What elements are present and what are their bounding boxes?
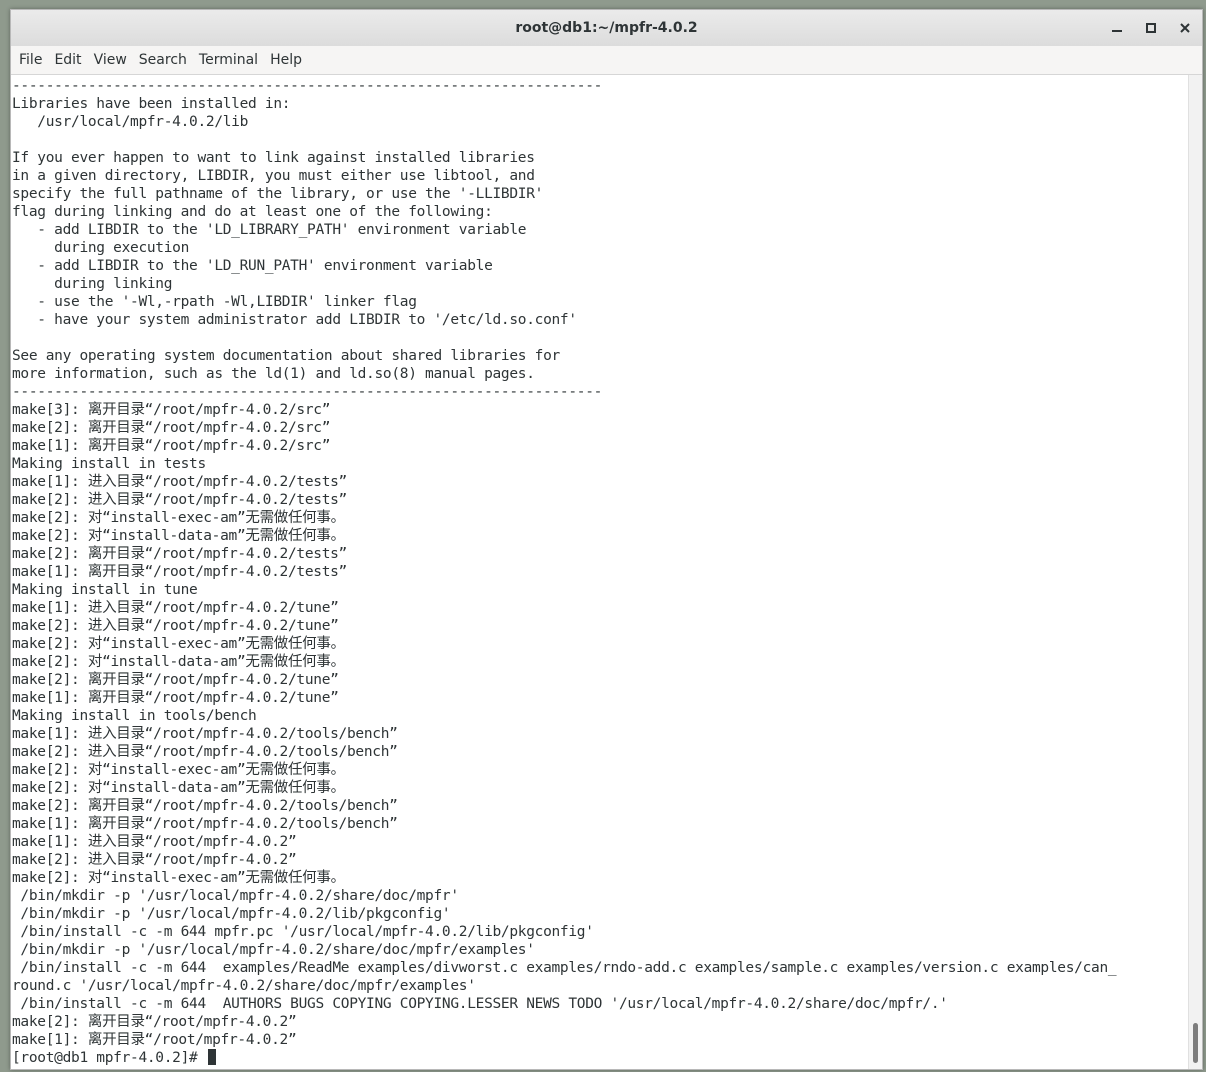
- terminal-line: make[2]: 对“install-exec-am”无需做任何事。: [12, 636, 345, 652]
- maximize-button[interactable]: [1139, 16, 1163, 40]
- terminal-line: make[2]: 对“install-data-am”无需做任何事。: [12, 654, 345, 670]
- menu-terminal[interactable]: Terminal: [193, 46, 264, 74]
- terminal-window: root@db1:~/mpfr-4.0.2 File Edit View Sea…: [10, 9, 1203, 1070]
- terminal-line: make[1]: 离开目录“/root/mpfr-4.0.2/tests”: [12, 564, 347, 580]
- terminal-line: Libraries have been installed in:: [12, 96, 291, 112]
- terminal-line: make[2]: 进入目录“/root/mpfr-4.0.2/tools/ben…: [12, 744, 398, 760]
- terminal-line: round.c '/usr/local/mpfr-4.0.2/share/doc…: [12, 978, 476, 994]
- terminal-line: make[2]: 对“install-exec-am”无需做任何事。: [12, 870, 345, 886]
- terminal-line: /bin/mkdir -p '/usr/local/mpfr-4.0.2/sha…: [12, 888, 459, 904]
- terminal-line: - have your system administrator add LIB…: [12, 312, 577, 328]
- terminal-line: make[1]: 进入目录“/root/mpfr-4.0.2”: [12, 834, 297, 850]
- terminal-line: make[3]: 离开目录“/root/mpfr-4.0.2/src”: [12, 402, 331, 418]
- menu-file[interactable]: File: [13, 46, 48, 74]
- terminal-line: make[2]: 离开目录“/root/mpfr-4.0.2/src”: [12, 420, 331, 436]
- terminal-line: make[1]: 离开目录“/root/mpfr-4.0.2/tune”: [12, 690, 339, 706]
- terminal-line: - add LIBDIR to the 'LD_RUN_PATH' enviro…: [12, 258, 493, 274]
- terminal-line: more information, such as the ld(1) and …: [12, 366, 535, 382]
- maximize-icon: [1146, 23, 1156, 33]
- title-bar[interactable]: root@db1:~/mpfr-4.0.2: [11, 10, 1202, 47]
- terminal-line: See any operating system documentation a…: [12, 348, 560, 364]
- window-title: root@db1:~/mpfr-4.0.2: [515, 20, 698, 36]
- terminal-line: /bin/install -c -m 644 examples/ReadMe e…: [12, 960, 1117, 976]
- terminal-line: /bin/mkdir -p '/usr/local/mpfr-4.0.2/lib…: [12, 906, 451, 922]
- terminal-line: make[2]: 对“install-exec-am”无需做任何事。: [12, 762, 345, 778]
- terminal-line: ----------------------------------------…: [12, 384, 603, 400]
- terminal-line: during linking: [12, 276, 173, 292]
- terminal-line: make[2]: 对“install-data-am”无需做任何事。: [12, 780, 345, 796]
- terminal-line: Making install in tune: [12, 582, 198, 598]
- terminal-line: flag during linking and do at least one …: [12, 204, 493, 220]
- terminal-line: make[2]: 对“install-data-am”无需做任何事。: [12, 528, 345, 544]
- terminal-line: make[2]: 离开目录“/root/mpfr-4.0.2/tools/ben…: [12, 798, 398, 814]
- scrollbar-thumb[interactable]: [1193, 1023, 1198, 1063]
- terminal-line: If you ever happen to want to link again…: [12, 150, 535, 166]
- terminal-line: - use the '-Wl,-rpath -Wl,LIBDIR' linker…: [12, 294, 417, 310]
- terminal-line: make[2]: 进入目录“/root/mpfr-4.0.2/tests”: [12, 492, 347, 508]
- terminal-line: make[1]: 离开目录“/root/mpfr-4.0.2”: [12, 1032, 297, 1048]
- text-cursor: [207, 1049, 216, 1065]
- terminal-line: make[2]: 离开目录“/root/mpfr-4.0.2/tune”: [12, 672, 339, 688]
- terminal-line: specify the full pathname of the library…: [12, 186, 544, 202]
- menu-view[interactable]: View: [88, 46, 133, 74]
- terminal-line: make[1]: 离开目录“/root/mpfr-4.0.2/src”: [12, 438, 331, 454]
- terminal-line: in a given directory, LIBDIR, you must e…: [12, 168, 535, 184]
- terminal-line: make[1]: 进入目录“/root/mpfr-4.0.2/tests”: [12, 474, 347, 490]
- menu-search[interactable]: Search: [133, 46, 193, 74]
- menu-edit[interactable]: Edit: [48, 46, 87, 74]
- terminal-line: Making install in tests: [12, 456, 206, 472]
- minimize-button[interactable]: [1105, 16, 1129, 40]
- menu-help[interactable]: Help: [264, 46, 308, 74]
- terminal-line: make[2]: 进入目录“/root/mpfr-4.0.2”: [12, 852, 297, 868]
- minimize-icon: [1112, 30, 1122, 32]
- terminal-line: /bin/mkdir -p '/usr/local/mpfr-4.0.2/sha…: [12, 942, 535, 958]
- vertical-scrollbar[interactable]: [1188, 75, 1202, 1069]
- terminal-line: make[2]: 对“install-exec-am”无需做任何事。: [12, 510, 345, 526]
- terminal-lines: ----------------------------------------…: [12, 77, 1117, 1067]
- terminal-line: make[1]: 进入目录“/root/mpfr-4.0.2/tools/ben…: [12, 726, 398, 742]
- terminal-line: /usr/local/mpfr-4.0.2/lib: [12, 114, 249, 130]
- terminal-line: make[2]: 进入目录“/root/mpfr-4.0.2/tune”: [12, 618, 339, 634]
- menu-bar: File Edit View Search Terminal Help: [11, 46, 1202, 75]
- terminal-line: ----------------------------------------…: [12, 78, 603, 94]
- terminal-line: make[1]: 离开目录“/root/mpfr-4.0.2/tools/ben…: [12, 816, 398, 832]
- terminal-output[interactable]: ----------------------------------------…: [11, 75, 1191, 1069]
- terminal-line: make[2]: 离开目录“/root/mpfr-4.0.2”: [12, 1014, 297, 1030]
- terminal-line: make[1]: 进入目录“/root/mpfr-4.0.2/tune”: [12, 600, 339, 616]
- terminal-line: - add LIBDIR to the 'LD_LIBRARY_PATH' en…: [12, 222, 527, 238]
- close-button[interactable]: [1173, 16, 1197, 40]
- terminal-line: Making install in tools/bench: [12, 708, 257, 724]
- close-icon: [1180, 23, 1190, 33]
- shell-prompt: [root@db1 mpfr-4.0.2]#: [12, 1050, 206, 1066]
- prompt-line[interactable]: [root@db1 mpfr-4.0.2]#: [12, 1049, 1116, 1067]
- terminal-line: /bin/install -c -m 644 AUTHORS BUGS COPY…: [12, 996, 948, 1012]
- terminal-line: /bin/install -c -m 644 mpfr.pc '/usr/loc…: [12, 924, 594, 940]
- terminal-line: make[2]: 离开目录“/root/mpfr-4.0.2/tests”: [12, 546, 347, 562]
- terminal-line: during execution: [12, 240, 190, 256]
